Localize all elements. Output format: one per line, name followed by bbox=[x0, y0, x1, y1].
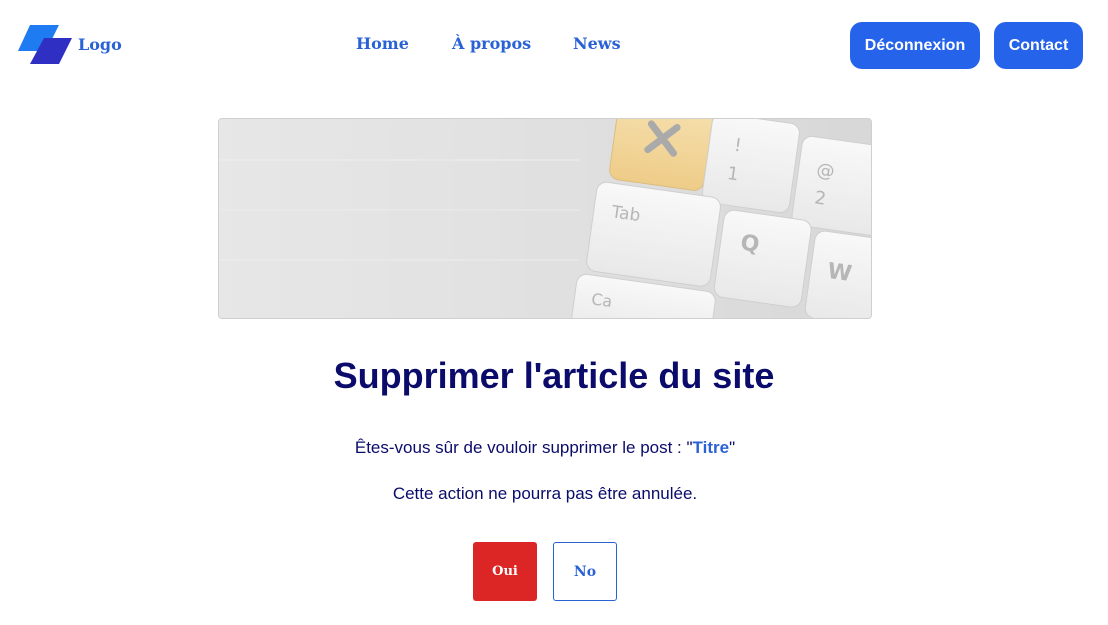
site-header: Logo Home À propos News Déconnexion Cont… bbox=[0, 0, 1108, 92]
nav-about[interactable]: À propos bbox=[452, 34, 531, 53]
confirm-yes-button[interactable]: Oui bbox=[473, 542, 537, 601]
nav-home[interactable]: Home bbox=[356, 34, 409, 53]
hero-image: ! 1 @ 2 Tab Q W Ca bbox=[218, 118, 872, 319]
page-title: Supprimer l'article du site bbox=[333, 355, 775, 396]
nav-news[interactable]: News bbox=[573, 34, 621, 53]
confirm-question-suffix: " bbox=[729, 438, 736, 457]
confirm-no-button[interactable]: No bbox=[553, 542, 617, 601]
warning-text: Cette action ne pourra pas être annulée. bbox=[392, 484, 698, 503]
post-title: Titre bbox=[692, 438, 730, 457]
confirm-question-prefix: Êtes-vous sûr de vouloir supprimer le po… bbox=[354, 438, 693, 457]
confirm-question: Êtes-vous sûr de vouloir supprimer le po… bbox=[0, 438, 1090, 458]
contact-button[interactable]: Contact bbox=[994, 22, 1083, 69]
logout-button[interactable]: Déconnexion bbox=[850, 22, 980, 69]
